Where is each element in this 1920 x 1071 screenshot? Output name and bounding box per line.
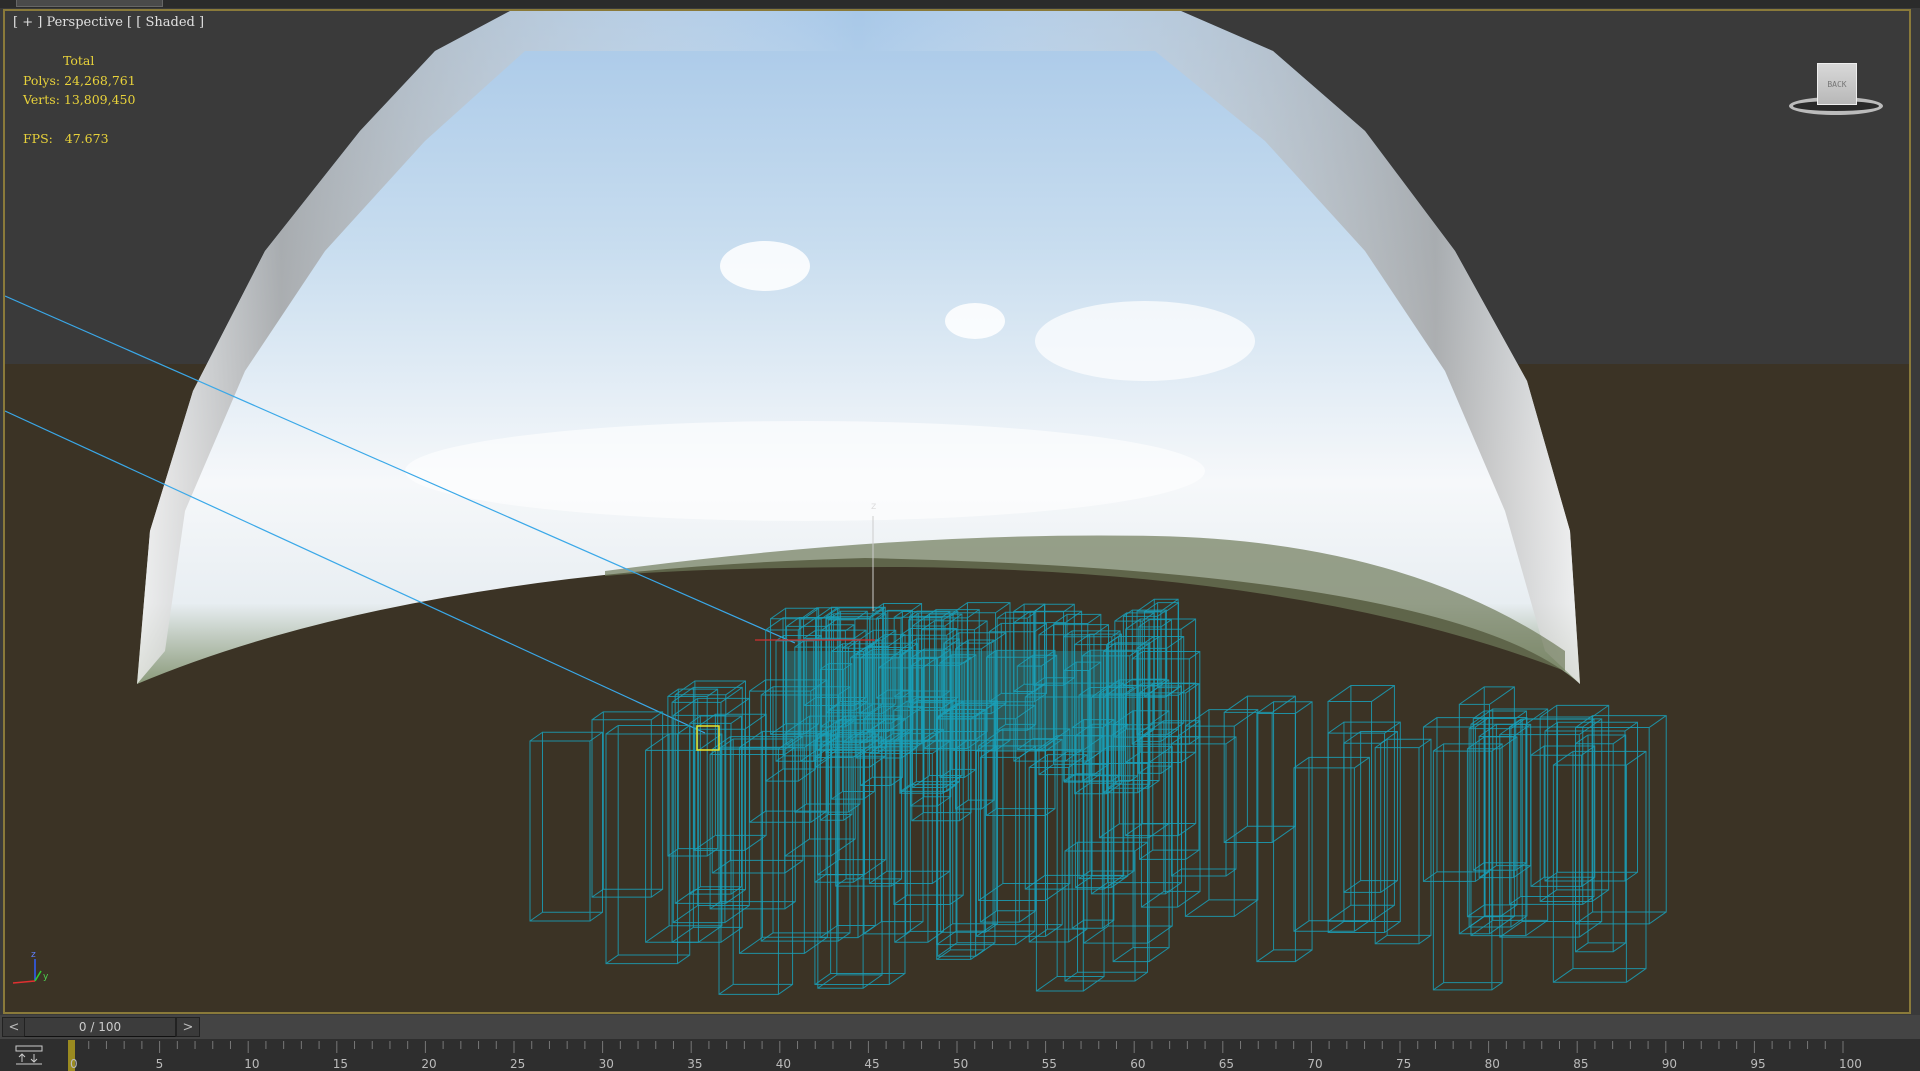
tick-label: 60: [1130, 1057, 1145, 1071]
cloud: [405, 421, 1205, 521]
tick-label: 5: [156, 1057, 164, 1071]
verts-label: Verts:: [23, 92, 60, 107]
tick-label: 40: [776, 1057, 791, 1071]
tick-label: 10: [244, 1057, 259, 1071]
fps-value: 47.673: [64, 131, 109, 146]
tick-label: 85: [1573, 1057, 1588, 1071]
stats-overlay: Total Polys: 24,268,761 Verts: 13,809,45…: [23, 51, 136, 149]
top-menu-strip: [0, 0, 1920, 8]
verts-value: 13,809,450: [63, 92, 136, 107]
svg-text:y: y: [43, 972, 49, 982]
time-slider-bar: < 0 / 100 >: [0, 1015, 1920, 1039]
viewport-shading-menu[interactable]: [ Shaded ]: [136, 15, 204, 30]
tick-label: 90: [1662, 1057, 1677, 1071]
cloud: [720, 241, 810, 291]
gizmo-z-label: z: [871, 501, 876, 512]
polys-value: 24,268,761: [64, 72, 136, 88]
viewport-tab[interactable]: [16, 0, 163, 7]
scene-canvas[interactable]: z z y: [5, 11, 1911, 1014]
tick-label: 45: [864, 1057, 879, 1071]
dense-wireframe-cluster: [785, 651, 1125, 751]
stats-header: Total: [63, 53, 95, 68]
tick-label: 0: [70, 1057, 78, 1071]
tick-label: 15: [333, 1057, 348, 1071]
tick-label: 70: [1307, 1057, 1322, 1071]
viewport-menu-plus[interactable]: [ + ]: [13, 15, 42, 30]
tick-label: 55: [1042, 1057, 1057, 1071]
tick-label: 20: [421, 1057, 436, 1071]
cloud: [945, 303, 1005, 339]
svg-text:z: z: [31, 950, 36, 960]
tick-label: 35: [687, 1057, 702, 1071]
tick-label: 50: [953, 1057, 968, 1071]
cloud: [1035, 301, 1255, 381]
viewport-label: [ + ] Perspective [ [ Shaded ]: [13, 15, 205, 30]
fps-label: FPS:: [23, 131, 53, 146]
viewcube-face-back[interactable]: BACK: [1817, 63, 1857, 105]
track-bar[interactable]: 0 5 10 15 20 25 30 35 40 45 50 55 60 65 70 75 80 85 90 95 10…: [0, 1039, 1920, 1071]
tick-label: 80: [1485, 1057, 1500, 1071]
tick-label: 75: [1396, 1057, 1411, 1071]
prev-frame-button[interactable]: <: [2, 1017, 26, 1037]
viewcube[interactable]: BACK: [1789, 59, 1889, 129]
tick-label: 100: [1839, 1057, 1862, 1071]
tick-label: 95: [1750, 1057, 1765, 1071]
tick-label: 65: [1219, 1057, 1234, 1071]
track-bar-ticks: 0 5 10 15 20 25 30 35 40 45 50 55 60 65 70 75 80 85 90 95 10…: [68, 1040, 1862, 1071]
tick-label: 30: [599, 1057, 614, 1071]
viewport-perspective[interactable]: z z y [ + ] Perspective [ [ Shaded ] Tot…: [3, 9, 1911, 1014]
time-slider[interactable]: 0 / 100: [24, 1017, 176, 1037]
viewport-view-menu[interactable]: Perspective: [46, 15, 122, 30]
next-frame-button[interactable]: >: [176, 1017, 200, 1037]
polys-label: Polys:: [23, 72, 61, 88]
tick-label: 25: [510, 1057, 525, 1071]
